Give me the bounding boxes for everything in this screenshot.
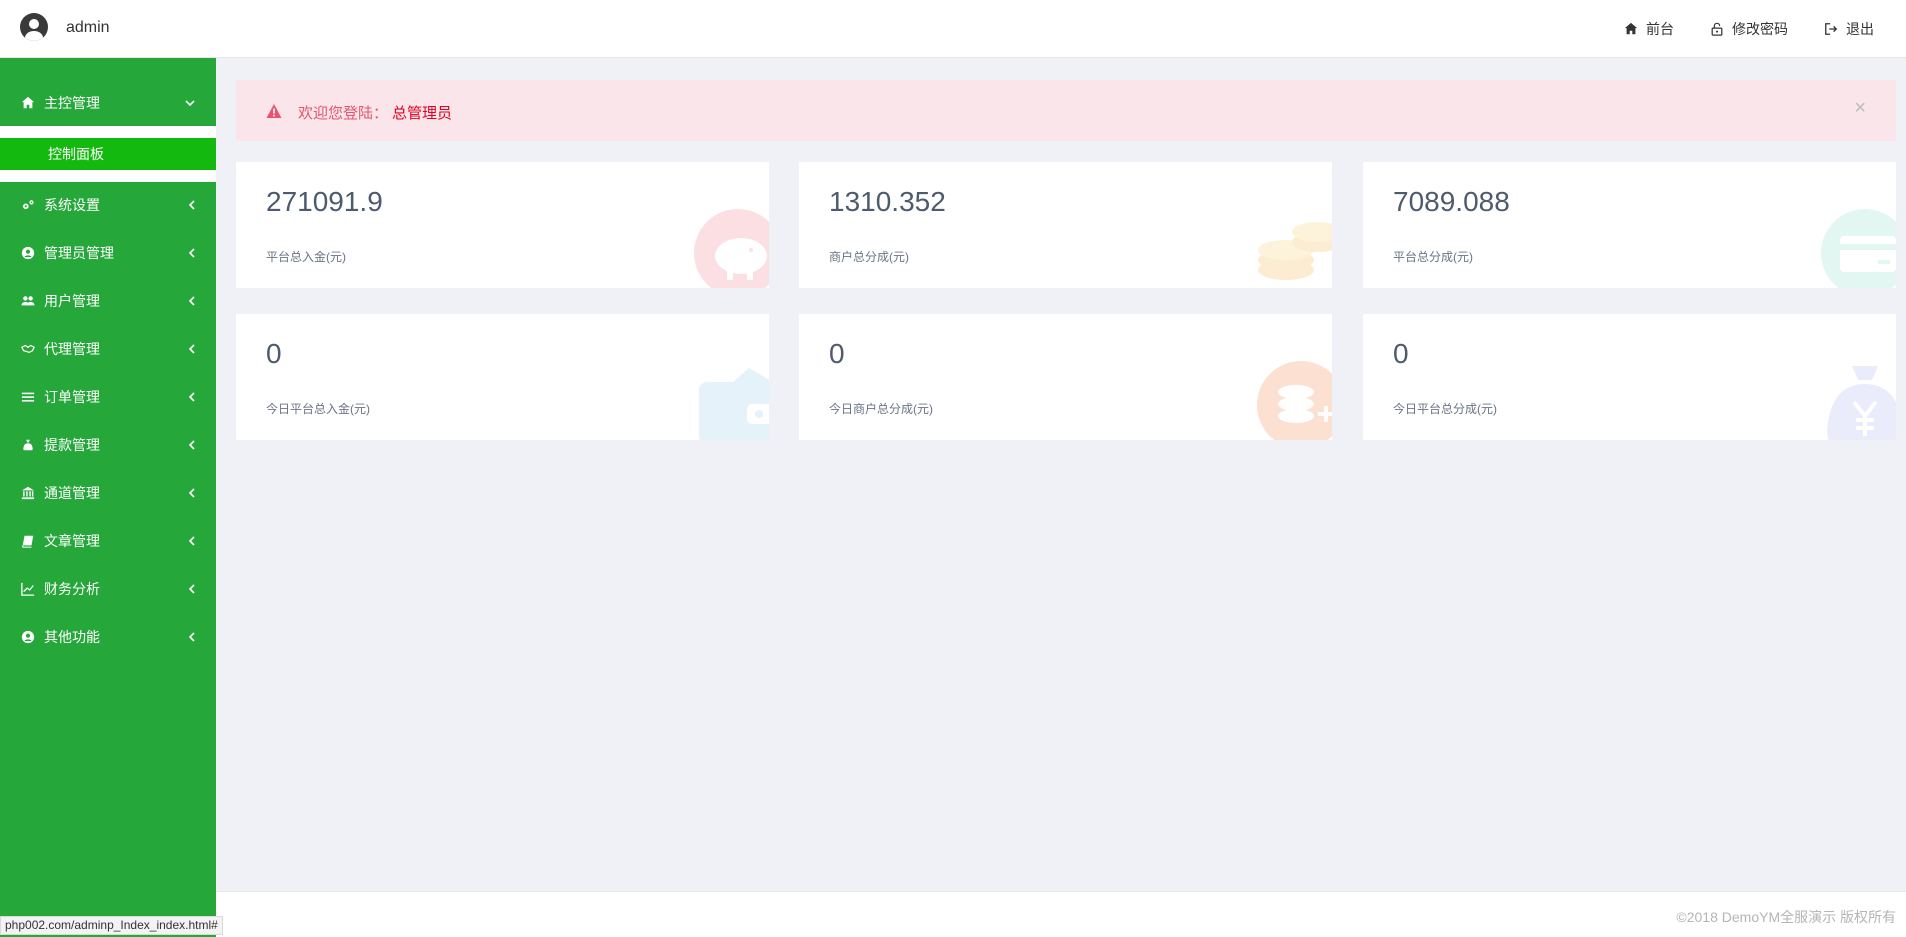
sidebar-item-label: 提款管理 — [44, 437, 100, 453]
sidebar-item-label: 其他功能 — [44, 629, 100, 645]
sidebar-item-label: 管理员管理 — [44, 245, 114, 261]
alert-prefix: 欢迎您登陆： — [298, 105, 389, 122]
stat-label: 今日平台总分成(元) — [1393, 402, 1497, 416]
stat-label: 今日商户总分成(元) — [829, 402, 933, 416]
avatar-icon[interactable] — [20, 13, 48, 41]
nav-change-password-link[interactable]: 修改密码 — [1710, 19, 1788, 39]
alert-message: 欢迎您登陆： 总管理员 — [298, 102, 452, 123]
stat-value: 7089.088 — [1393, 186, 1510, 217]
home-icon — [20, 95, 36, 111]
handshake-icon — [20, 341, 36, 357]
top-nav: 前台 修改密码 退出 — [1624, 19, 1874, 39]
stat-value: 0 — [266, 338, 282, 369]
sidebar-item-withdrawal-management[interactable]: 提款管理 — [0, 422, 216, 468]
chevron-left-icon — [188, 440, 195, 450]
list-icon — [20, 389, 36, 405]
wallet-icon — [699, 368, 769, 440]
book-icon — [20, 533, 36, 549]
sidebar-item-main-control[interactable]: 主控管理 — [0, 80, 216, 126]
money-bag-icon — [20, 437, 36, 453]
stat-card-today-platform-share: 0 今日平台总分成(元) — [1363, 314, 1896, 440]
sidebar-subitem-dashboard[interactable]: 控制面板 — [0, 138, 216, 170]
stat-label: 今日平台总入金(元) — [266, 402, 370, 416]
stat-value: 0 — [829, 338, 845, 369]
chevron-left-icon — [188, 344, 195, 354]
username[interactable]: admin — [66, 19, 110, 37]
bank-icon — [20, 485, 36, 501]
chevron-left-icon — [188, 200, 195, 210]
welcome-alert: 欢迎您登陆： 总管理员 × — [236, 80, 1896, 141]
sidebar-item-article-management[interactable]: 文章管理 — [0, 518, 216, 564]
sidebar-item-system-settings[interactable]: 系统设置 — [0, 182, 216, 228]
nav-logout-label: 退出 — [1846, 21, 1874, 37]
nav-frontend-link[interactable]: 前台 — [1624, 19, 1674, 39]
close-icon[interactable]: × — [1854, 98, 1866, 118]
copyright-text: ©2018 DemoYM全服演示 版权所有 — [1676, 909, 1896, 925]
warning-icon — [266, 104, 282, 118]
chevron-left-icon — [188, 584, 195, 594]
sign-out-icon — [1825, 23, 1838, 35]
nav-logout-link[interactable]: 退出 — [1824, 19, 1874, 39]
sidebar-item-user-management[interactable]: 用户管理 — [0, 278, 216, 324]
coin-add-icon — [1257, 361, 1332, 440]
stat-card-merchant-total-share: 1310.352 商户总分成(元) — [799, 162, 1332, 288]
chevron-left-icon — [188, 488, 195, 498]
home-icon — [1624, 22, 1638, 35]
stat-card-today-merchant-share: 0 今日商户总分成(元) — [799, 314, 1332, 440]
stat-label: 平台总入金(元) — [266, 250, 346, 264]
chevron-left-icon — [188, 392, 195, 402]
sidebar-item-label: 用户管理 — [44, 293, 100, 309]
top-header: admin 前台 修改密码 退出 — [0, 0, 1906, 58]
sidebar-item-label: 通道管理 — [44, 485, 100, 501]
chevron-left-icon — [188, 536, 195, 546]
sidebar-item-label: 代理管理 — [44, 341, 100, 357]
sidebar-item-label: 财务分析 — [44, 581, 100, 597]
nav-change-password-label: 修改密码 — [1732, 21, 1788, 37]
stat-card-platform-total-deposit: 271091.9 平台总入金(元) — [236, 162, 769, 288]
stat-value: 271091.9 — [266, 186, 383, 217]
user-circle-icon — [20, 629, 36, 645]
stat-value: 1310.352 — [829, 186, 946, 217]
sidebar-item-financial-analysis[interactable]: 财务分析 — [0, 566, 216, 612]
sidebar-item-label: 文章管理 — [44, 533, 100, 549]
alert-role: 总管理员 — [392, 105, 453, 122]
yuan-bag-icon — [1827, 366, 1896, 440]
stat-label: 平台总分成(元) — [1393, 250, 1473, 264]
chevron-down-icon — [185, 100, 195, 107]
chevron-left-icon — [188, 248, 195, 258]
credit-card-icon — [1821, 209, 1896, 288]
sidebar-item-admin-management[interactable]: 管理员管理 — [0, 230, 216, 276]
line-chart-icon — [20, 581, 36, 597]
users-icon — [20, 293, 36, 309]
chevron-left-icon — [188, 632, 195, 642]
chevron-left-icon — [188, 296, 195, 306]
sidebar-item-label: 系统设置 — [44, 197, 100, 213]
piggy-bank-icon — [694, 209, 769, 288]
sidebar-item-agent-management[interactable]: 代理管理 — [0, 326, 216, 372]
footer: ©2018 DemoYM全服演示 版权所有 — [216, 891, 1906, 937]
coins-icon — [1258, 222, 1332, 280]
nav-frontend-label: 前台 — [1646, 21, 1674, 37]
sidebar-item-label: 订单管理 — [44, 389, 100, 405]
unlock-icon — [1711, 22, 1723, 36]
stat-card-today-platform-deposit: 0 今日平台总入金(元) — [236, 314, 769, 440]
sidebar-item-label: 主控管理 — [44, 95, 100, 111]
sidebar: 主控管理 控制面板 系统设置 管理员管理 用户管理 代理管理 订单管理 提款管理… — [0, 58, 216, 937]
sidebar-item-order-management[interactable]: 订单管理 — [0, 374, 216, 420]
user-circle-icon — [20, 245, 36, 261]
status-bar-url: php002.com/adminp_Index_index.html# — [0, 916, 223, 935]
gears-icon — [20, 197, 36, 213]
stat-card-platform-total-share: 7089.088 平台总分成(元) — [1363, 162, 1896, 288]
stat-label: 商户总分成(元) — [829, 250, 909, 264]
sidebar-item-channel-management[interactable]: 通道管理 — [0, 470, 216, 516]
sidebar-item-other-functions[interactable]: 其他功能 — [0, 614, 216, 660]
stat-value: 0 — [1393, 338, 1409, 369]
